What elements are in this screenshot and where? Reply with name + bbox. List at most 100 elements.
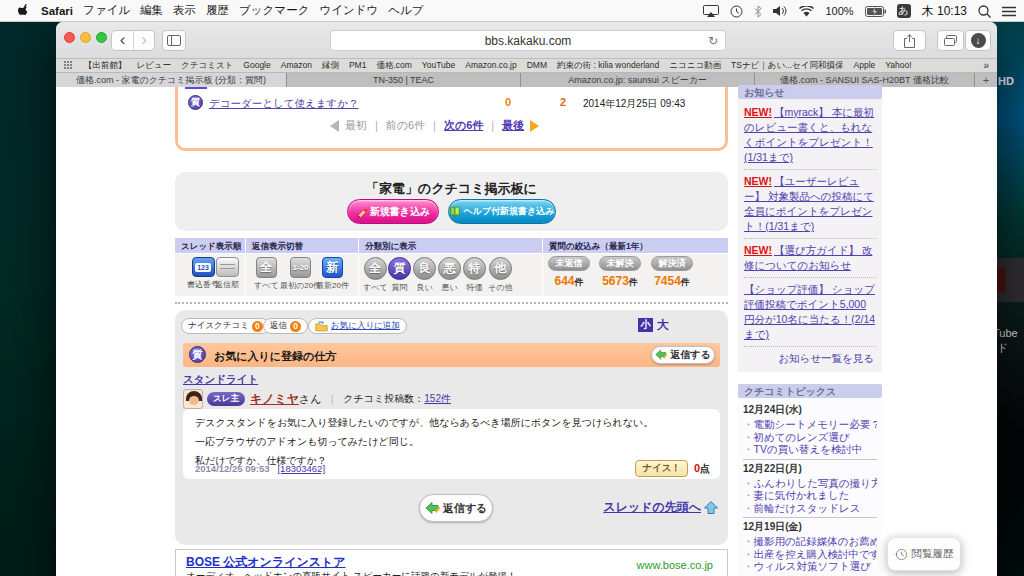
new-post-button[interactable]: 新規書き込み — [347, 199, 439, 224]
question-filter-0[interactable]: 未返信644件 — [548, 256, 590, 289]
topic-item-1-2[interactable]: ・前輪だけスタッドレス — [743, 502, 877, 515]
browsing-history-button[interactable]: 閲覧履歴 — [887, 537, 961, 571]
message-id-link[interactable]: [18303462] — [277, 463, 325, 474]
wifi-icon[interactable] — [799, 6, 814, 17]
pagination-first[interactable]: 最初 — [345, 118, 367, 133]
bookmark-item-1[interactable]: レビュー — [137, 60, 172, 72]
post-count-link[interactable]: 152件 — [424, 392, 451, 406]
nice-button[interactable]: ナイス！ — [635, 460, 688, 477]
topic-item-0-2[interactable]: ・TVの買い替えを検討中 — [743, 443, 877, 456]
news-item-0[interactable]: NEW!【myrack】 本に最初のレビュー書くと、もれなくポイントをプレゼント… — [744, 101, 876, 170]
topic-item-2-2[interactable]: ・ウィルス対策ソフト選び — [743, 560, 877, 573]
reply-display-2[interactable]: 新最新20件 — [316, 257, 349, 291]
input-source-icon[interactable]: あ — [897, 4, 911, 18]
category-1[interactable]: 質質問 — [388, 257, 411, 293]
topic-item-1-1[interactable]: ・妻に気付かれました — [743, 489, 877, 502]
category-4[interactable]: 特特価 — [463, 257, 486, 293]
news-item-2[interactable]: NEW!【選び方ガイド】 改修についてのお知らせ — [744, 239, 876, 278]
ad-title-link[interactable]: BOSE 公式オンラインストア — [186, 554, 346, 571]
question-filter-1[interactable]: 未解決5673件 — [599, 256, 641, 289]
sidebar-button[interactable] — [162, 30, 186, 51]
new-tab-button[interactable]: + — [975, 73, 997, 87]
pagination-prev[interactable]: 前の6件 — [386, 118, 425, 133]
topic-item-1-0[interactable]: ・ふんわりした写真の撮り方 — [743, 477, 877, 490]
menu-item-1[interactable]: ファイル — [83, 3, 130, 18]
bookmark-item-3[interactable]: Google — [243, 60, 270, 72]
reply-display-0[interactable]: 全すべて — [254, 257, 279, 291]
notification-center-icon[interactable] — [1002, 6, 1016, 17]
pagination-next[interactable]: 次の6件 — [444, 118, 483, 133]
category-0[interactable]: 全すべて — [363, 257, 388, 293]
forward-button[interactable]: › — [133, 31, 154, 50]
bookmark-item-12[interactable]: ニコニコ動画 — [669, 60, 721, 72]
bluetooth-icon[interactable] — [754, 5, 762, 18]
add-favorite-pill[interactable]: お気に入りに追加 — [308, 318, 407, 334]
tab-0[interactable]: 価格.com - 家電のクチコミ掲示板 (分類：質問) — [56, 73, 287, 87]
apple-menu-icon[interactable] — [18, 3, 31, 19]
downloads-button[interactable]: ↓ — [965, 30, 991, 51]
bookmark-item-11[interactable]: 約束の街 : kilia wonderland — [557, 60, 659, 72]
menu-item-2[interactable]: 編集 — [140, 3, 163, 18]
thread-row-title[interactable]: デコーダーとして使えますか？ — [209, 97, 358, 111]
bookmark-item-7[interactable]: 価格.com — [376, 60, 411, 72]
product-link[interactable]: スタンドライト — [183, 373, 258, 387]
reply-display-1[interactable]: 1-20最初の20件 — [280, 257, 321, 291]
topic-item-2-1[interactable]: ・出産を控え購入検討中です — [743, 548, 877, 561]
news-more-link[interactable]: お知らせ一覧を見る — [744, 347, 876, 368]
font-size-small-button[interactable]: 小 — [638, 318, 653, 332]
share-button[interactable] — [893, 30, 926, 51]
news-item-1[interactable]: NEW!【ユーザーレビュー】 対象製品への投稿にて全員にポイントをプレゼント！(… — [744, 170, 876, 239]
author-name[interactable]: キノミヤ — [250, 391, 299, 408]
topic-item-0-1[interactable]: ・初めてのレンズ選び — [743, 431, 877, 444]
last-page-arrow-icon[interactable] — [530, 120, 539, 132]
bookmark-item-2[interactable]: クチコミスト — [181, 60, 233, 72]
tab-2[interactable]: Amazon.co.jp: saunsui スピーカー — [521, 73, 755, 87]
menu-clock[interactable]: 木 10:13 — [922, 3, 967, 20]
menu-item-7[interactable]: ヘルプ — [388, 3, 423, 18]
menu-item-4[interactable]: 履歴 — [206, 3, 229, 18]
category-5[interactable]: 他その他 — [488, 257, 512, 293]
bookmark-item-9[interactable]: Amazon.co.jp — [465, 60, 517, 72]
bookmark-item-13[interactable]: TSナビ｜あい...セイ同和損保 — [731, 60, 843, 72]
zoom-window-button[interactable] — [96, 32, 107, 43]
close-window-button[interactable] — [64, 32, 75, 43]
sort-reply-button[interactable]: 返信順 — [215, 257, 239, 290]
bookmarks-grid-icon[interactable] — [64, 61, 74, 71]
reply-button-bottom[interactable]: 返信する — [419, 494, 493, 522]
topic-item-0-0[interactable]: ・電動シートメモリー必要？ — [743, 418, 877, 431]
tab-1[interactable]: TN-350 | TEAC — [287, 73, 521, 87]
question-filter-2[interactable]: 解決済7454件 — [651, 256, 693, 289]
font-size-large-button[interactable]: 大 — [657, 317, 669, 334]
reply-button-top[interactable]: 返信する — [651, 346, 715, 364]
to-thread-top-link[interactable]: スレッドの先頭へ — [603, 499, 718, 516]
minimize-window-button[interactable] — [80, 32, 91, 43]
bookmark-item-5[interactable]: 縁側 — [322, 60, 339, 72]
pagination-last[interactable]: 最後 — [502, 118, 524, 133]
help-post-button[interactable]: ヘルプ付新規書き込み — [448, 199, 556, 224]
category-2[interactable]: 良良い — [413, 257, 436, 293]
bookmark-item-14[interactable]: Apple — [854, 60, 876, 72]
bookmark-item-0[interactable]: 【出前館】 — [84, 60, 127, 72]
history-clock-icon[interactable] — [730, 5, 743, 18]
topic-item-2-0[interactable]: ・撮影用の記録媒体のお薦め — [743, 535, 877, 548]
menu-item-6[interactable]: ウインドウ — [319, 3, 378, 18]
first-page-arrow-icon[interactable] — [330, 120, 339, 132]
menu-item-3[interactable]: 表示 — [173, 3, 196, 18]
bookmark-item-6[interactable]: PM1 — [349, 60, 366, 72]
bookmark-item-4[interactable]: Amazon — [281, 60, 312, 72]
bookmark-item-8[interactable]: YouTube — [422, 60, 455, 72]
news-item-3[interactable]: 【ショップ評価】 ショップ評価投稿でポイント5,000円分が10名に当たる！(2… — [744, 278, 876, 347]
airplay-icon[interactable] — [703, 5, 719, 17]
back-button[interactable]: ‹ — [112, 31, 133, 50]
bookmark-item-10[interactable]: DMM — [527, 60, 547, 72]
volume-icon[interactable] — [773, 5, 788, 17]
avatar[interactable] — [183, 389, 203, 409]
reload-icon[interactable]: ↻ — [708, 34, 718, 48]
nice-kuchikomi-pill[interactable]: ナイスクチコミ 0 — [181, 318, 270, 334]
spotlight-icon[interactable] — [978, 5, 991, 18]
show-all-tabs-button[interactable] — [937, 30, 964, 51]
menu-item-0[interactable]: Safari — [41, 5, 73, 17]
bookmarks-overflow[interactable]: » — [983, 60, 989, 71]
reply-count-pill[interactable]: 返信 0 — [263, 318, 308, 334]
bookmark-item-15[interactable]: Yahoo! — [885, 60, 911, 72]
